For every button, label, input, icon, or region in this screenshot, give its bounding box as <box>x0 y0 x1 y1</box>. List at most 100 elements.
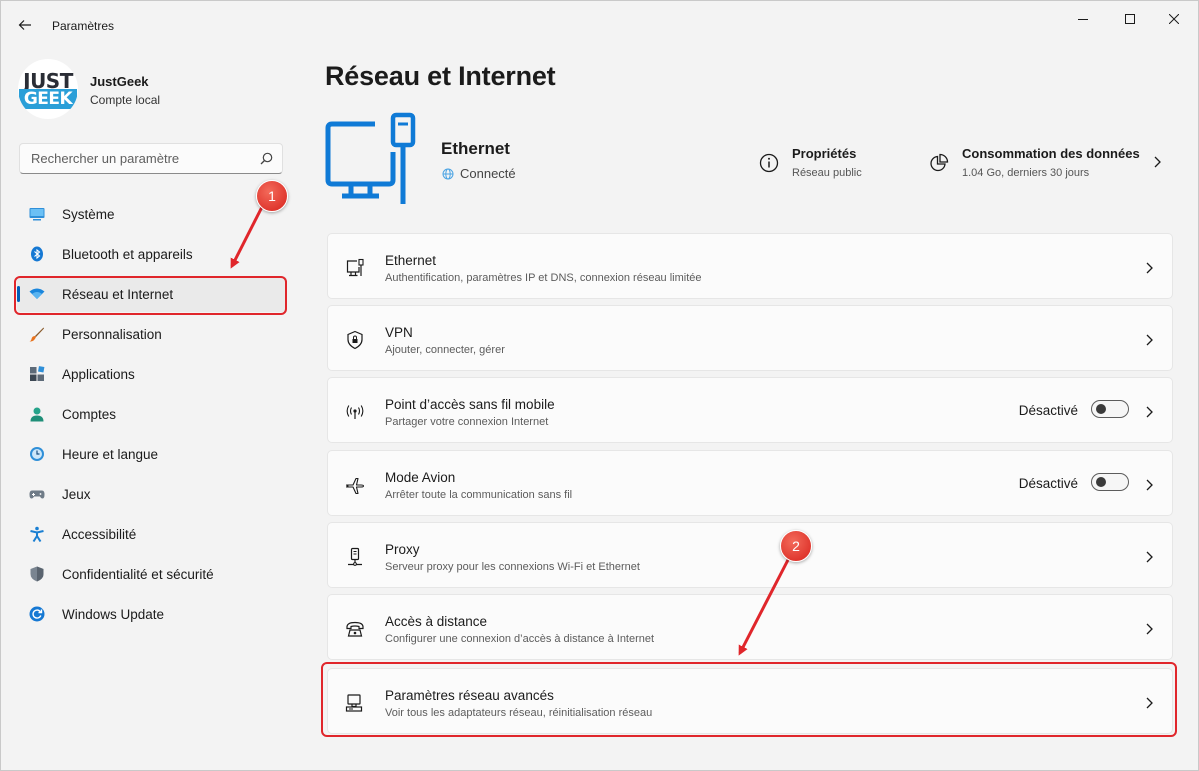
person-icon <box>30 407 44 422</box>
card-title: VPN <box>385 325 413 340</box>
chevron-right-icon <box>1146 334 1153 346</box>
sidebar-item-windows-update[interactable]: Windows Update <box>17 596 287 632</box>
airplane-icon <box>345 477 365 495</box>
clock-globe-icon <box>30 447 44 461</box>
highlight-box-network <box>14 276 287 315</box>
sidebar-item-label: Applications <box>62 366 135 382</box>
sidebar-item-label: Confidentialité et sécurité <box>62 566 214 582</box>
toggle-state-label: Désactivé <box>1018 403 1078 418</box>
chevron-right-icon <box>1146 406 1153 418</box>
card-airplane-mode[interactable]: Mode Avion Arrêter toute la communicatio… <box>327 450 1173 516</box>
sidebar-item-system[interactable]: Système <box>17 196 287 232</box>
chevron-right-icon <box>1146 623 1153 635</box>
bluetooth-icon <box>31 246 43 262</box>
step-badge-2: 2 <box>780 530 812 562</box>
connection-status: Connecté <box>442 166 516 181</box>
apps-icon <box>30 366 45 381</box>
close-icon <box>1169 14 1179 24</box>
card-title: Proxy <box>385 542 420 557</box>
airplane-mode-toggle[interactable] <box>1091 473 1129 491</box>
card-title: Ethernet <box>385 253 437 268</box>
card-title: Mode Avion <box>385 470 456 485</box>
toggle-knob <box>1096 477 1106 487</box>
page-title: Réseau et Internet <box>325 61 556 91</box>
monitor-icon <box>29 208 45 221</box>
title-bar: Paramètres <box>1 1 1198 49</box>
close-button[interactable] <box>1151 7 1197 31</box>
card-subtitle: Partager votre connexion Internet <box>385 416 549 428</box>
sidebar-nav: Système Bluetooth et appareils Réseau et… <box>17 196 287 636</box>
avatar: JUST GEEK <box>18 59 78 119</box>
app-title: Paramètres <box>52 19 115 33</box>
connection-name: Ethernet <box>441 139 510 158</box>
card-subtitle: Arrêter toute la communication sans fil <box>385 489 573 501</box>
accessibility-icon <box>30 526 44 542</box>
sidebar-item-label: Heure et langue <box>62 446 159 462</box>
ethernet-computer-icon <box>325 112 416 204</box>
brush-icon <box>29 327 44 342</box>
globe-icon <box>442 168 454 179</box>
properties-link[interactable]: Propriétés <box>792 146 856 161</box>
card-subtitle: Configurer une connexion d’accès à dista… <box>385 633 655 645</box>
chevron-right-icon <box>1146 479 1153 491</box>
info-icon[interactable] <box>759 153 779 173</box>
user-name: JustGeek <box>90 74 149 89</box>
sidebar-item-accessibility[interactable]: Accessibilité <box>17 516 287 552</box>
card-proxy[interactable]: Proxy Serveur proxy pour les connexions … <box>327 522 1173 588</box>
data-usage-subtitle: 1.04 Go, derniers 30 jours <box>962 167 1090 179</box>
sidebar-item-label: Jeux <box>62 486 91 502</box>
proxy-icon <box>348 547 362 566</box>
sidebar-item-label: Bluetooth et appareils <box>62 246 193 262</box>
back-button[interactable] <box>13 13 37 37</box>
data-usage-link[interactable]: Consommation des données <box>962 146 1140 161</box>
search-input[interactable] <box>29 150 253 167</box>
search-icon[interactable] <box>260 152 273 165</box>
card-dial-up[interactable]: Accès à distance Configurer une connexio… <box>327 594 1173 660</box>
properties-subtitle: Réseau public <box>792 167 862 179</box>
dialup-icon <box>346 621 364 637</box>
card-subtitle: Serveur proxy pour les connexions Wi-Fi … <box>385 561 640 573</box>
sidebar-item-label: Windows Update <box>62 606 165 622</box>
chevron-right-icon <box>1146 551 1153 563</box>
hotspot-toggle[interactable] <box>1091 400 1129 418</box>
settings-window: Paramètres JUST GEEK JustGeek Compte loc… <box>0 0 1199 771</box>
gamepad-icon <box>29 490 45 499</box>
card-subtitle: Authentification, paramètres IP et DNS, … <box>385 272 702 284</box>
pie-chart-icon[interactable] <box>929 153 949 173</box>
chevron-right-icon[interactable] <box>1152 155 1162 169</box>
sidebar-item-apps[interactable]: Applications <box>17 356 287 392</box>
account-type: Compte local <box>90 93 161 107</box>
ethernet-icon <box>346 258 364 277</box>
connection-status-text: Connecté <box>460 166 516 181</box>
card-mobile-hotspot[interactable]: Point d’accès sans fil mobile Partager v… <box>327 377 1173 443</box>
shield-icon <box>30 566 44 582</box>
card-vpn[interactable]: VPN Ajouter, connecter, gérer <box>327 305 1173 371</box>
sidebar-item-privacy[interactable]: Confidentialité et sécurité <box>17 556 287 592</box>
highlight-box-advanced <box>321 662 1177 737</box>
logo-text-bottom: GEEK <box>19 89 77 109</box>
toggle-state-label: Désactivé <box>1018 476 1078 491</box>
card-ethernet[interactable]: Ethernet Authentification, paramètres IP… <box>327 233 1173 299</box>
card-title: Accès à distance <box>385 614 488 629</box>
sidebar-item-label: Comptes <box>62 406 117 422</box>
update-icon <box>29 606 45 622</box>
sidebar-item-accounts[interactable]: Comptes <box>17 396 287 432</box>
sidebar-item-label: Accessibilité <box>62 526 137 542</box>
card-subtitle: Ajouter, connecter, gérer <box>385 344 505 356</box>
sidebar-item-label: Système <box>62 206 115 222</box>
card-title: Point d’accès sans fil mobile <box>385 397 555 412</box>
sidebar-item-gaming[interactable]: Jeux <box>17 476 287 512</box>
sidebar-item-personalization[interactable]: Personnalisation <box>17 316 287 352</box>
sidebar-item-time-language[interactable]: Heure et langue <box>17 436 287 472</box>
sidebar-item-bluetooth[interactable]: Bluetooth et appareils <box>17 236 287 272</box>
sidebar-item-label: Personnalisation <box>62 326 162 342</box>
vpn-shield-icon <box>347 330 363 350</box>
toggle-knob <box>1096 404 1106 414</box>
minimize-button[interactable] <box>1060 7 1106 31</box>
hotspot-icon <box>346 405 364 419</box>
step-badge-1: 1 <box>256 180 288 212</box>
minimize-icon <box>1078 19 1088 20</box>
maximize-button[interactable] <box>1107 7 1153 31</box>
chevron-right-icon <box>1146 262 1153 274</box>
search-box[interactable] <box>19 143 283 174</box>
